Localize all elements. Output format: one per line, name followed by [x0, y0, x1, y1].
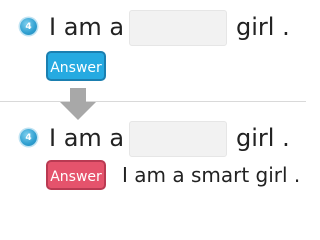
question-number-badge: 4 [20, 18, 37, 35]
answer-blank[interactable] [129, 10, 227, 46]
divider [0, 101, 306, 102]
answer-button-active[interactable]: Answer [46, 160, 106, 190]
answer-text: I am a smart girl . [122, 163, 301, 187]
question-prefix: I am a [49, 13, 125, 41]
answer-button[interactable]: Answer [46, 51, 106, 81]
question-suffix: girl . [236, 13, 290, 41]
answer-blank[interactable] [129, 121, 227, 157]
question-number-badge: 4 [20, 129, 37, 146]
question-suffix: girl . [236, 124, 290, 152]
down-arrow-icon [60, 88, 96, 120]
question-prefix: I am a [49, 124, 125, 152]
